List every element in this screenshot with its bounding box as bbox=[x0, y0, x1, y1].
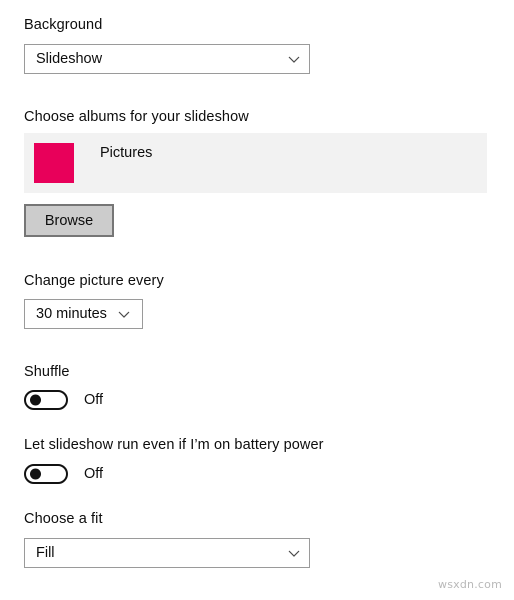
shuffle-toggle-state: Off bbox=[84, 392, 104, 408]
browse-button[interactable]: Browse bbox=[24, 204, 114, 237]
album-name: Pictures bbox=[100, 145, 153, 161]
albums-section-label: Choose albums for your slideshow bbox=[24, 109, 249, 125]
background-settings-page: Background Slideshow Choose albums for y… bbox=[0, 0, 514, 600]
background-type-dropdown[interactable]: Slideshow bbox=[24, 44, 310, 74]
watermark: wsxdn.com bbox=[438, 578, 502, 591]
albums-list-panel: Pictures bbox=[24, 133, 487, 193]
fit-dropdown[interactable]: Fill bbox=[24, 538, 310, 568]
battery-toggle-row: Off bbox=[24, 464, 103, 484]
chevron-down-icon bbox=[285, 544, 303, 562]
background-section-label: Background bbox=[24, 17, 103, 33]
shuffle-toggle-row: Off bbox=[24, 390, 103, 410]
interval-value: 30 minutes bbox=[36, 306, 107, 322]
battery-toggle[interactable] bbox=[24, 464, 68, 484]
chevron-down-icon bbox=[115, 305, 133, 323]
shuffle-section-label: Shuffle bbox=[24, 364, 70, 380]
battery-section-label: Let slideshow run even if I’m on battery… bbox=[24, 437, 324, 453]
list-item[interactable]: Pictures bbox=[34, 143, 152, 183]
interval-section-label: Change picture every bbox=[24, 273, 164, 289]
fit-value: Fill bbox=[36, 545, 55, 561]
background-type-value: Slideshow bbox=[36, 51, 103, 67]
interval-dropdown[interactable]: 30 minutes bbox=[24, 299, 143, 329]
toggle-knob bbox=[30, 394, 41, 406]
fit-section-label: Choose a fit bbox=[24, 511, 103, 527]
toggle-knob bbox=[30, 468, 41, 480]
battery-toggle-state: Off bbox=[84, 466, 104, 482]
chevron-down-icon bbox=[285, 50, 303, 68]
album-thumbnail-icon bbox=[34, 143, 74, 183]
shuffle-toggle[interactable] bbox=[24, 390, 68, 410]
